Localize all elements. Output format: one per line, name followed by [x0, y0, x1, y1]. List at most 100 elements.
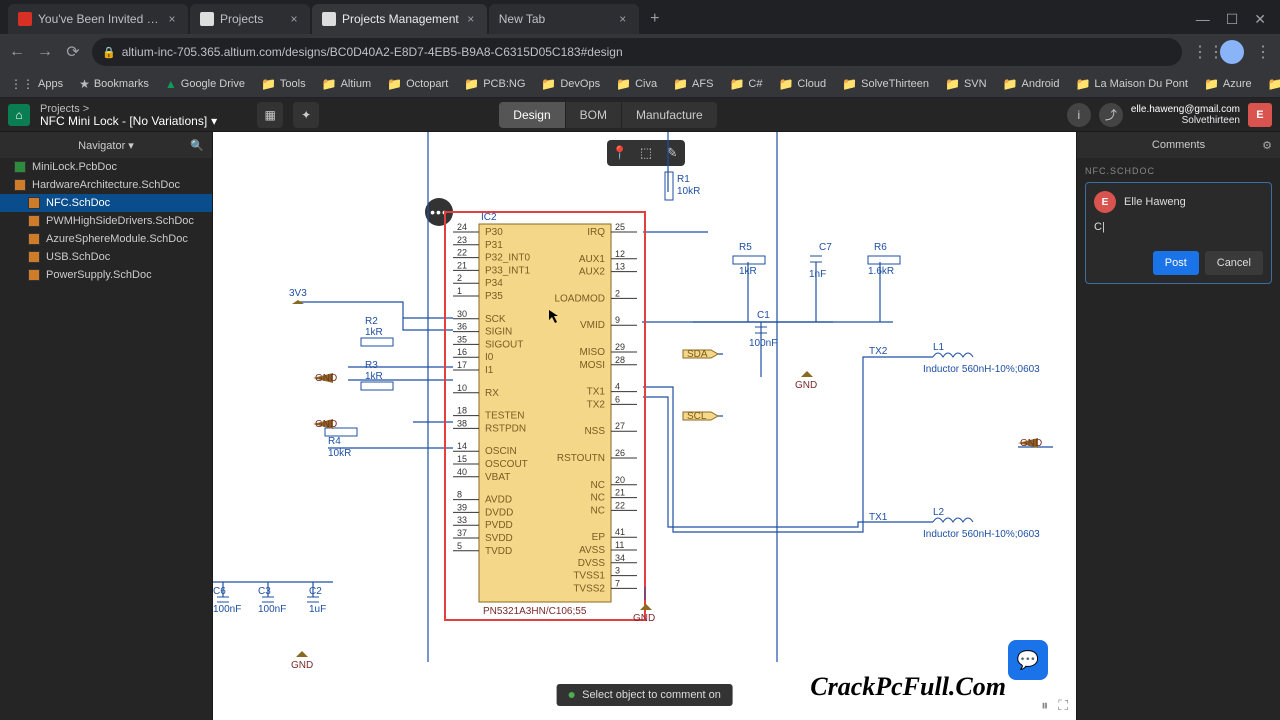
- svg-text:10kR: 10kR: [328, 448, 351, 459]
- svg-text:R3: R3: [365, 360, 378, 371]
- address-bar[interactable]: 🔒 altium-inc-705.365.altium.com/designs/…: [92, 38, 1182, 66]
- svg-text:PVDD: PVDD: [485, 520, 513, 531]
- bookmark-svn[interactable]: 📁SVN: [945, 77, 987, 91]
- svg-text:5: 5: [457, 541, 462, 551]
- breadcrumb-parent[interactable]: Projects >: [40, 103, 217, 115]
- bookmark-cloud[interactable]: 📁Cloud: [778, 77, 826, 91]
- svg-text:1uF: 1uF: [309, 604, 326, 615]
- bookmark-afs[interactable]: 📁AFS: [673, 77, 713, 91]
- svg-text:8: 8: [457, 490, 462, 500]
- svg-text:OSCIN: OSCIN: [485, 446, 517, 457]
- window-controls: — ☐ ✕: [1196, 11, 1272, 28]
- tab-bom[interactable]: BOM: [566, 102, 622, 128]
- profile-avatar[interactable]: [1220, 40, 1244, 64]
- bookmark-apps[interactable]: ⋮⋮Apps: [10, 77, 63, 91]
- svg-text:C3: C3: [258, 586, 271, 597]
- settings-toggle-button[interactable]: ✦: [293, 102, 319, 128]
- svg-text:AUX2: AUX2: [579, 267, 606, 278]
- svg-text:C7: C7: [819, 242, 832, 253]
- tab-projects-management[interactable]: Projects Management×: [312, 4, 487, 34]
- maximize-icon[interactable]: ☐: [1226, 11, 1239, 28]
- svg-text:R6: R6: [874, 242, 887, 253]
- bookmark-octopart[interactable]: 📁Octopart: [387, 77, 448, 91]
- info-icon[interactable]: i: [1067, 103, 1091, 127]
- bookmark-devops[interactable]: 📁DevOps: [541, 77, 600, 91]
- close-window-icon[interactable]: ✕: [1254, 11, 1266, 28]
- close-icon[interactable]: ×: [617, 12, 629, 26]
- close-icon[interactable]: ×: [288, 12, 300, 26]
- tree-item[interactable]: NFC.SchDoc: [0, 194, 212, 212]
- reload-icon[interactable]: ⟳: [64, 42, 82, 62]
- svg-text:TX1: TX1: [869, 512, 888, 523]
- cancel-button[interactable]: Cancel: [1205, 251, 1263, 275]
- svg-text:18: 18: [457, 406, 467, 416]
- post-button[interactable]: Post: [1153, 251, 1199, 275]
- tab-projects[interactable]: Projects×: [190, 4, 310, 34]
- tree-item[interactable]: HardwareArchitecture.SchDoc: [0, 176, 212, 194]
- svg-text:9: 9: [615, 315, 620, 325]
- tree-item[interactable]: PWMHighSideDrivers.SchDoc: [0, 212, 212, 230]
- svg-text:C6: C6: [213, 586, 226, 597]
- bookmark-gdrive[interactable]: ▲Google Drive: [165, 77, 245, 91]
- status-hint: Select object to comment on: [556, 684, 733, 706]
- tree-item[interactable]: MiniLock.PcbDoc: [0, 158, 212, 176]
- bookmark-solvethirteen[interactable]: 📁SolveThirteen: [842, 77, 929, 91]
- tab-gmail[interactable]: You've Been Invited to Collabo×: [8, 4, 188, 34]
- fullscreen-icon[interactable]: ⛶: [1058, 697, 1068, 714]
- svg-text:R1: R1: [677, 174, 690, 185]
- comments-panel: Comments ⚙ NFC.SCHDOC E Elle Haweng C| P…: [1076, 132, 1280, 720]
- bookmark-civa[interactable]: 📁Civa: [616, 77, 657, 91]
- tree-item[interactable]: AzureSphereModule.SchDoc: [0, 230, 212, 248]
- svg-text:34: 34: [615, 553, 625, 563]
- svg-text:C2: C2: [309, 586, 322, 597]
- main-area: Navigator ▾ 🔍 MiniLock.PcbDoc HardwareArc…: [0, 132, 1280, 720]
- navigator-header[interactable]: Navigator ▾ 🔍: [0, 132, 212, 158]
- tree-item-label: MiniLock.PcbDoc: [32, 161, 117, 173]
- menu-icon[interactable]: ⋮: [1254, 42, 1272, 62]
- tree-item[interactable]: USB.SchDoc: [0, 248, 212, 266]
- extensions-icon[interactable]: ⋮⋮: [1192, 42, 1210, 62]
- bookmark-pcbng[interactable]: 📁PCB:NG: [464, 77, 525, 91]
- comment-input[interactable]: C|: [1094, 221, 1263, 241]
- forward-icon[interactable]: →: [36, 43, 54, 61]
- ic-ref: IC2: [481, 212, 497, 223]
- svg-text:12: 12: [615, 249, 625, 259]
- svg-text:P31: P31: [485, 240, 503, 251]
- search-icon[interactable]: 🔍: [190, 139, 204, 152]
- tab-manufacture[interactable]: Manufacture: [622, 102, 717, 128]
- bookmark-csharp[interactable]: 📁C#: [729, 77, 762, 91]
- close-icon[interactable]: ×: [465, 12, 477, 26]
- tab-design[interactable]: Design: [499, 102, 565, 128]
- bookmark-azure[interactable]: 📁Azure: [1204, 77, 1252, 91]
- pause-icon[interactable]: ⏸: [1041, 697, 1048, 714]
- minimize-icon[interactable]: —: [1196, 11, 1210, 28]
- gear-icon[interactable]: ⚙: [1262, 139, 1272, 152]
- tree-item-label: PWMHighSideDrivers.SchDoc: [46, 215, 194, 227]
- share-icon[interactable]: ⤴: [1099, 103, 1123, 127]
- svg-text:1kR: 1kR: [365, 327, 383, 338]
- svg-text:4: 4: [615, 382, 620, 392]
- bookmark-lamaison[interactable]: 📁La Maison Du Pont: [1075, 77, 1188, 91]
- bookmark-bookmarks[interactable]: ★Bookmarks: [79, 77, 149, 91]
- chat-fab[interactable]: 💬: [1008, 640, 1048, 680]
- svg-text:35: 35: [457, 334, 467, 344]
- user-block: i ⤴ elle.haweng@gmail.com Solvethirteen …: [1067, 103, 1272, 127]
- close-icon[interactable]: ×: [166, 12, 178, 26]
- svg-text:I1: I1: [485, 365, 494, 376]
- svg-text:DVDD: DVDD: [485, 507, 513, 518]
- bookmarks-bar: ⋮⋮Apps ★Bookmarks ▲Google Drive 📁Tools 📁…: [0, 70, 1280, 98]
- bookmark-altium[interactable]: 📁Altium: [322, 77, 372, 91]
- bookmark-personal[interactable]: 📁Personal: [1268, 77, 1280, 91]
- new-tab-button[interactable]: +: [641, 4, 669, 34]
- bookmark-tools[interactable]: 📁Tools: [261, 77, 306, 91]
- avatar[interactable]: E: [1248, 103, 1272, 127]
- grid-toggle-button[interactable]: ▦: [257, 102, 283, 128]
- tree-item[interactable]: PowerSupply.SchDoc: [0, 266, 212, 284]
- back-icon[interactable]: ←: [8, 43, 26, 61]
- tab-new[interactable]: New Tab×: [489, 4, 639, 34]
- svg-text:40: 40: [457, 467, 467, 477]
- bookmark-android[interactable]: 📁Android: [1003, 77, 1060, 91]
- svg-text:27: 27: [615, 421, 625, 431]
- chevron-down-icon[interactable]: ▾: [211, 115, 217, 127]
- schematic-canvas[interactable]: 📍 ⬚ ✎ •••: [213, 132, 1076, 720]
